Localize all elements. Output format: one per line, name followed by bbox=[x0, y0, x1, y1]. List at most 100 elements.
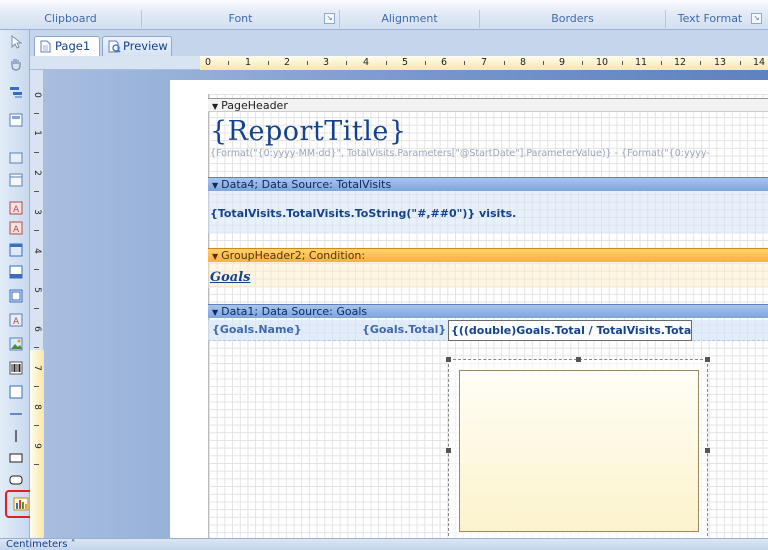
ribbon-group-alignment: Alignment bbox=[340, 10, 480, 28]
ruler-tick bbox=[34, 386, 39, 387]
goals-ratio-cell[interactable]: {((double)Goals.Total / TotalVisits.Tota bbox=[448, 320, 692, 341]
band-page-header[interactable]: ▼ PageHeader bbox=[208, 98, 768, 112]
tab-preview[interactable]: Preview bbox=[102, 36, 172, 56]
select-pointer-icon[interactable] bbox=[8, 34, 24, 50]
frame-icon[interactable] bbox=[8, 242, 24, 258]
vertical-line-icon[interactable] bbox=[8, 428, 24, 444]
ruler-tick bbox=[504, 61, 505, 65]
collapse-triangle-icon[interactable]: ▼ bbox=[212, 102, 218, 111]
ribbon-group-clipboard: Clipboard bbox=[0, 10, 142, 28]
text-icon[interactable]: A bbox=[8, 200, 24, 216]
ruler-tick bbox=[268, 61, 269, 65]
cross-text-icon[interactable]: A bbox=[8, 312, 24, 328]
ribbon-group-label: Font bbox=[228, 12, 253, 25]
ribbon-group-bar: Clipboard Font ↘ Alignment Borders Text … bbox=[0, 0, 768, 30]
image-icon[interactable] bbox=[8, 336, 24, 352]
ruler-tick bbox=[543, 61, 544, 65]
ribbon-group-borders: Borders bbox=[480, 10, 666, 28]
ruler-number: 2 bbox=[283, 57, 291, 68]
status-bar: Centimeters ˄ bbox=[0, 538, 768, 550]
resize-handle[interactable] bbox=[446, 357, 451, 362]
units-selector[interactable]: Centimeters ˄ bbox=[6, 539, 76, 550]
goals-heading[interactable]: Goals bbox=[210, 270, 250, 285]
ruler-tick bbox=[34, 269, 39, 270]
ruler-tick bbox=[346, 61, 347, 65]
tab-page1[interactable]: Page1 bbox=[34, 36, 100, 57]
horizontal-line-icon[interactable] bbox=[8, 406, 24, 422]
dialog-launcher-icon[interactable]: ↘ bbox=[324, 13, 335, 24]
ruler-number: 2 bbox=[32, 170, 42, 176]
band-title: Data4; Data Source: TotalVisits bbox=[221, 178, 392, 191]
ruler-number: 9 bbox=[558, 57, 566, 68]
data1-row: {Goals.Name} {Goals.Total} {((double)Goa… bbox=[208, 320, 768, 341]
collapse-triangle-icon[interactable]: ▼ bbox=[212, 308, 218, 317]
ruler-tick bbox=[34, 113, 39, 114]
report-page[interactable]: ▼ PageHeader {ReportTitle} {Format("{0:yy… bbox=[170, 80, 768, 538]
ruler-number: 13 bbox=[713, 57, 727, 68]
resize-handle[interactable] bbox=[576, 357, 581, 362]
band-title: GroupHeader2; Condition: bbox=[221, 249, 366, 262]
document-tabs: Page1 Preview bbox=[30, 30, 768, 57]
ruler-number: 5 bbox=[401, 57, 409, 68]
barcode-icon[interactable] bbox=[8, 360, 24, 376]
ruler-number: 10 bbox=[595, 57, 609, 68]
band-data1[interactable]: ▼ Data1; Data Source: Goals bbox=[208, 304, 768, 318]
ruler-number: 0 bbox=[32, 92, 42, 98]
resize-handle[interactable] bbox=[705, 357, 710, 362]
pan-hand-icon[interactable] bbox=[8, 56, 24, 72]
ruler-tick bbox=[34, 425, 39, 426]
chart-plot-area[interactable] bbox=[459, 370, 699, 532]
band-data4[interactable]: ▼ Data4; Data Source: TotalVisits bbox=[208, 177, 768, 191]
chart-component[interactable] bbox=[446, 357, 710, 538]
resize-handle[interactable] bbox=[446, 448, 451, 453]
ruler-number: 6 bbox=[32, 326, 42, 332]
vertical-ruler: 0 1 2 3 4 5 6 7 8 9 bbox=[30, 70, 44, 538]
tab-label: Page1 bbox=[55, 39, 91, 53]
ruler-tick bbox=[425, 61, 426, 65]
collapse-triangle-icon[interactable]: ▼ bbox=[212, 252, 218, 261]
ruler-tick bbox=[34, 464, 39, 465]
goals-name-cell[interactable]: {Goals.Name} bbox=[210, 320, 350, 341]
table-icon[interactable] bbox=[8, 264, 24, 280]
ruler-number: 8 bbox=[519, 57, 527, 68]
ruler-tick bbox=[582, 61, 583, 65]
horizontal-ruler: 0 1 2 3 4 5 6 7 8 9 10 11 12 13 14 bbox=[30, 56, 768, 70]
rich-text-icon[interactable]: A bbox=[8, 220, 24, 236]
ruler-tick bbox=[34, 152, 39, 153]
component-toolbox: A A A bbox=[0, 30, 36, 538]
page-icon[interactable] bbox=[8, 172, 24, 188]
ruler-number: 5 bbox=[32, 287, 42, 293]
design-workspace: ▼ PageHeader {ReportTitle} {Format("{0:yy… bbox=[44, 70, 768, 538]
ruler-tick bbox=[740, 61, 741, 65]
band-group-area bbox=[208, 262, 768, 288]
subreport-icon[interactable] bbox=[8, 288, 24, 304]
ribbon-group-label: Borders bbox=[551, 12, 594, 25]
ruler-number: 3 bbox=[32, 209, 42, 215]
svg-text:A: A bbox=[13, 225, 20, 235]
panel-icon[interactable] bbox=[8, 150, 24, 166]
band-group-header2[interactable]: ▼ GroupHeader2; Condition: bbox=[208, 248, 768, 262]
dialog-launcher-icon[interactable]: ↘ bbox=[751, 13, 762, 24]
resize-handle[interactable] bbox=[705, 448, 710, 453]
total-visits-expression[interactable]: {TotalVisits.TotalVisits.ToString("#,##0… bbox=[210, 207, 516, 220]
ruler-number: 9 bbox=[32, 443, 42, 449]
ruler-number: 4 bbox=[362, 57, 370, 68]
goals-total-cell[interactable]: {Goals.Total} bbox=[360, 320, 446, 341]
ribbon-group-label: Text Format bbox=[677, 12, 743, 25]
ruler-number: 4 bbox=[32, 248, 42, 254]
ribbon-group-label: Alignment bbox=[381, 12, 438, 25]
rectangle-icon[interactable] bbox=[8, 450, 24, 466]
collapse-triangle-icon[interactable]: ▼ bbox=[212, 181, 218, 190]
date-range-expression[interactable]: {Format("{0:yyyy-MM-dd}", TotalVisits.Pa… bbox=[210, 148, 710, 159]
ribbon-group-text-format: Text Format ↘ bbox=[666, 10, 768, 28]
svg-text:A: A bbox=[13, 317, 20, 327]
container-icon[interactable] bbox=[8, 112, 24, 128]
report-title-field[interactable]: {ReportTitle} bbox=[210, 116, 407, 147]
ruler-tick bbox=[34, 191, 39, 192]
ruler-number: 0 bbox=[204, 57, 212, 68]
shape-icon[interactable] bbox=[8, 384, 24, 400]
band-icon[interactable] bbox=[8, 84, 24, 100]
rounded-rectangle-icon[interactable] bbox=[8, 472, 24, 488]
svg-text:A: A bbox=[13, 205, 20, 215]
ruler-number: 3 bbox=[322, 57, 330, 68]
